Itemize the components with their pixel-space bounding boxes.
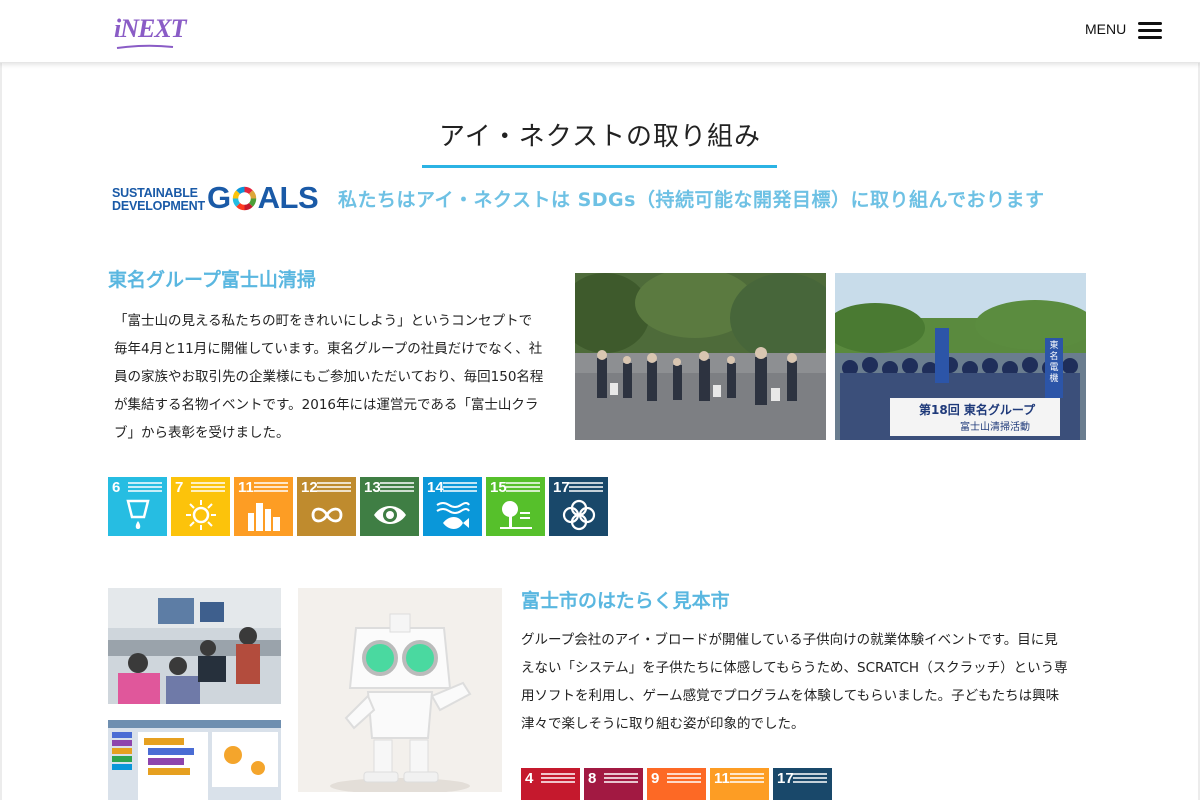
sdg-tile: 11: [234, 477, 293, 536]
text-line: ブ」から表彰を受けました。: [114, 425, 290, 441]
sun-icon: [186, 500, 216, 530]
goals-letter-g: G: [207, 180, 231, 215]
flag-text: 東名電機: [1049, 341, 1059, 384]
tile-number: 8: [588, 770, 597, 787]
text-line: 員の家族やお取引先の企業様にもご参加いただいており、毎回150名程: [114, 369, 544, 385]
sdg-tile: 9: [647, 768, 706, 800]
sdg-tile: 17: [773, 768, 832, 800]
text-line: 毎年4月と11月に開催しています。東名グループの社員だけでなく、社: [114, 341, 543, 357]
sdg-goal-tiles: 6 7 11 12 13 14 15 17: [108, 477, 608, 536]
photo-scratch-screen: [108, 720, 281, 800]
tile-number: 17: [553, 479, 570, 496]
sdg-goal-tiles-2: 4 8 9 11 17: [521, 768, 832, 800]
tile-number: 14: [427, 479, 444, 496]
sdgs-goals-word: G ALS: [207, 180, 319, 216]
hamburger-menu-icon[interactable]: [1138, 20, 1162, 40]
tile-number: 13: [364, 479, 381, 496]
tile-number: 17: [777, 770, 794, 787]
tile-number: 11: [714, 770, 730, 787]
water-icon: [126, 499, 150, 529]
fish-icon: [436, 502, 470, 529]
tile-number: 9: [651, 770, 660, 787]
section-fuji-cleanup-text: 「富士山の見える私たちの町をきれいにしよう」というコンセプトで 毎年4月と11月…: [114, 307, 554, 447]
sdg-tile: 4: [521, 768, 580, 800]
text-line: 用ソフトを利用し、ゲーム感覚でプログラムを体験してもらいました。子どもたちは興味: [521, 688, 1060, 704]
title-underline: [422, 165, 777, 168]
text-line: グループ会社のアイ・ブロードが開催している子供向けの就業体験イベントです。目に見: [521, 632, 1058, 648]
photo-cleanup-walk: [575, 273, 826, 440]
sdg-tile: 15: [486, 477, 545, 536]
section-fuji-job-fair-text: グループ会社のアイ・ブロードが開催している子供向けの就業体験イベントです。目に見…: [521, 626, 1091, 738]
flower-icon: [562, 499, 596, 531]
text-line: 「富士山の見える私たちの町をきれいにしよう」というコンセプトで: [114, 313, 533, 329]
tile-number: 6: [112, 479, 121, 496]
sdgs-wheel-icon: [232, 186, 256, 210]
inext-logo[interactable]: iNEXT: [114, 14, 187, 49]
menu-label[interactable]: MENU: [1085, 21, 1126, 37]
photo-group: 第18回 東名グループ 富士山清掃活動 東名電機: [835, 273, 1086, 440]
tile-number: 4: [525, 770, 534, 787]
section-heading-fuji-job-fair: 富士市のはたらく見本市: [521, 590, 730, 612]
logo-swoosh-icon: [116, 44, 174, 49]
sdg-tile: 13: [360, 477, 419, 536]
text-line: えない「システム」を子供たちに体感してもらうため、SCRATCH（スクラッチ）と…: [521, 660, 1068, 676]
tree-icon: [500, 501, 532, 529]
photo-robot: [298, 588, 502, 792]
logo-text: iNEXT: [114, 14, 187, 43]
sdg-tile: 12: [297, 477, 356, 536]
infinity-icon: [311, 507, 343, 523]
sdg-tile: 8: [584, 768, 643, 800]
sdg-tile: 7: [171, 477, 230, 536]
tile-number: 11: [238, 479, 254, 496]
sdg-tile: 11: [710, 768, 769, 800]
sdgs-logo: SUSTAINABLE DEVELOPMENT G ALS: [112, 180, 319, 218]
sdg-tile: 6: [108, 477, 167, 536]
site-header: iNEXT MENU: [0, 0, 1200, 63]
city-icon: [248, 503, 280, 531]
section-heading-fuji-cleanup: 東名グループ富士山清掃: [108, 269, 316, 291]
banner-text-1: 第18回 東名グループ: [919, 403, 1036, 417]
sdg-tile: 14: [423, 477, 482, 536]
goals-letters-als: ALS: [257, 180, 319, 215]
page-title: アイ・ネクストの取り組み: [439, 122, 761, 152]
sdgs-logo-line2: DEVELOPMENT: [112, 199, 205, 213]
sdg-tile: 17: [549, 477, 608, 536]
tile-number: 7: [175, 479, 184, 496]
tile-number: 15: [490, 479, 507, 496]
banner-text-2: 富士山清掃活動: [960, 422, 1030, 433]
text-line: が集結する名物イベントです。2016年には運営元である「富士山クラ: [114, 397, 539, 413]
tile-number: 12: [301, 479, 318, 496]
photo-kids-computers: [108, 588, 281, 704]
text-line: 津々で楽しそうに取り組む姿が印象的でした。: [521, 716, 805, 732]
sdgs-tagline: 私たちはアイ・ネクストは SDGs（持続可能な開発目標）に取り組んでおります: [338, 189, 1045, 211]
eye-globe-icon: [374, 506, 406, 524]
